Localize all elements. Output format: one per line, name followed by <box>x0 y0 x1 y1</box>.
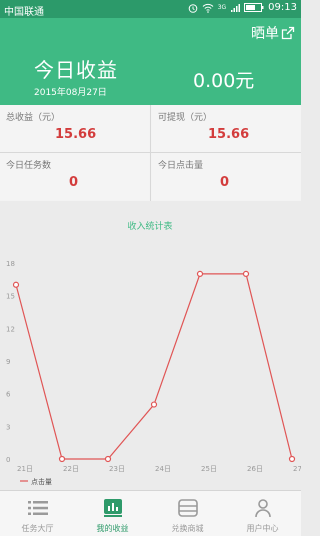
y-tick-label: 15 <box>6 293 15 301</box>
y-tick-label: 12 <box>6 325 15 333</box>
stat-value: 15.66 <box>208 127 250 142</box>
x-tick-label: 25日 <box>201 465 217 473</box>
stat-label: 总收益（元） <box>6 113 61 123</box>
chart-title: 收入统计表 <box>127 220 172 232</box>
x-tick-label: 21日 <box>17 465 33 473</box>
data-point <box>196 270 204 277</box>
current-date: 2015年08月27日 <box>34 88 107 98</box>
carrier-name: 中国联通 <box>4 7 44 18</box>
x-tick-label: 22日 <box>63 465 79 473</box>
today-earnings-amount: 0.00元 <box>193 70 255 92</box>
nav-item-user-center[interactable]: 用户中心 <box>225 491 300 536</box>
y-tick-label: 9 <box>6 358 10 366</box>
share-icon <box>281 26 295 40</box>
data-point <box>12 281 20 288</box>
stat-value: 0 <box>220 175 230 190</box>
stat-label: 今日点击量 <box>158 161 204 171</box>
bottom-nav: 任务大厅 我的收益 兑换商城 用户中心 <box>0 490 301 536</box>
x-tick-label: 26日 <box>247 465 263 473</box>
data-point <box>288 455 296 463</box>
nav-label: 兑换商城 <box>171 524 204 533</box>
x-tick-label: 27日 <box>293 465 301 473</box>
y-tick-label: 0 <box>6 456 10 464</box>
stats-grid: 总收益（元） 15.66 可提现（元） 15.66 今日任务数 0 今日点击量 … <box>0 105 301 201</box>
nav-label: 我的收益 <box>96 524 129 533</box>
wifi-icon <box>202 3 214 13</box>
data-point <box>242 270 250 277</box>
stat-label: 今日任务数 <box>6 161 52 171</box>
stat-today-tasks: 今日任务数 0 <box>0 153 149 200</box>
x-tick-label: 24日 <box>155 465 171 473</box>
network-type: 3G <box>217 4 227 11</box>
page-title: 今日收益 <box>34 58 118 82</box>
stat-label: 可提现（元） <box>158 113 213 123</box>
share-button[interactable]: 晒单 <box>251 23 295 43</box>
y-tick-label: 18 <box>6 260 15 268</box>
stat-today-clicks: 今日点击量 0 <box>152 153 301 200</box>
stat-total-earnings: 总收益（元） 15.66 <box>0 105 149 152</box>
legend-label: 点击量 <box>31 477 52 486</box>
clock-time: 09:13 <box>268 2 297 13</box>
status-bar: 中国联通 3G 09:13 <box>0 0 301 18</box>
user-icon <box>255 499 271 518</box>
nav-label: 用户中心 <box>246 524 279 533</box>
data-point <box>58 455 66 463</box>
stat-value: 0 <box>69 175 79 190</box>
y-tick-label: 3 <box>6 423 10 431</box>
box-icon <box>178 499 198 517</box>
share-label: 晒单 <box>251 26 279 42</box>
divider <box>150 105 151 201</box>
alarm-icon <box>188 3 198 13</box>
nav-item-my-earnings[interactable]: 我的收益 <box>75 491 150 536</box>
series-line <box>15 273 293 460</box>
earnings-chart: 收入统计表 0 3 6 9 12 15 18 21日 22日 23日 24日 25日 26日 27日点击量 <box>6 220 301 486</box>
stat-withdrawable: 可提现（元） 15.66 <box>152 105 301 152</box>
nav-item-task-hall[interactable]: 任务大厅 <box>0 491 75 536</box>
y-tick-label: 6 <box>6 391 11 399</box>
nav-label: 任务大厅 <box>21 524 54 533</box>
data-point <box>104 455 112 463</box>
chart-icon <box>104 499 122 517</box>
battery-icon <box>244 3 264 12</box>
list-icon <box>28 501 48 515</box>
nav-item-exchange-mall[interactable]: 兑换商城 <box>150 491 225 536</box>
data-point <box>150 401 158 408</box>
earnings-header: 晒单 今日收益 2015年08月27日 0.00元 <box>0 18 301 105</box>
divider <box>0 152 301 153</box>
x-tick-label: 23日 <box>109 465 125 473</box>
stat-value: 15.66 <box>55 127 97 142</box>
signal-icon <box>231 3 241 12</box>
